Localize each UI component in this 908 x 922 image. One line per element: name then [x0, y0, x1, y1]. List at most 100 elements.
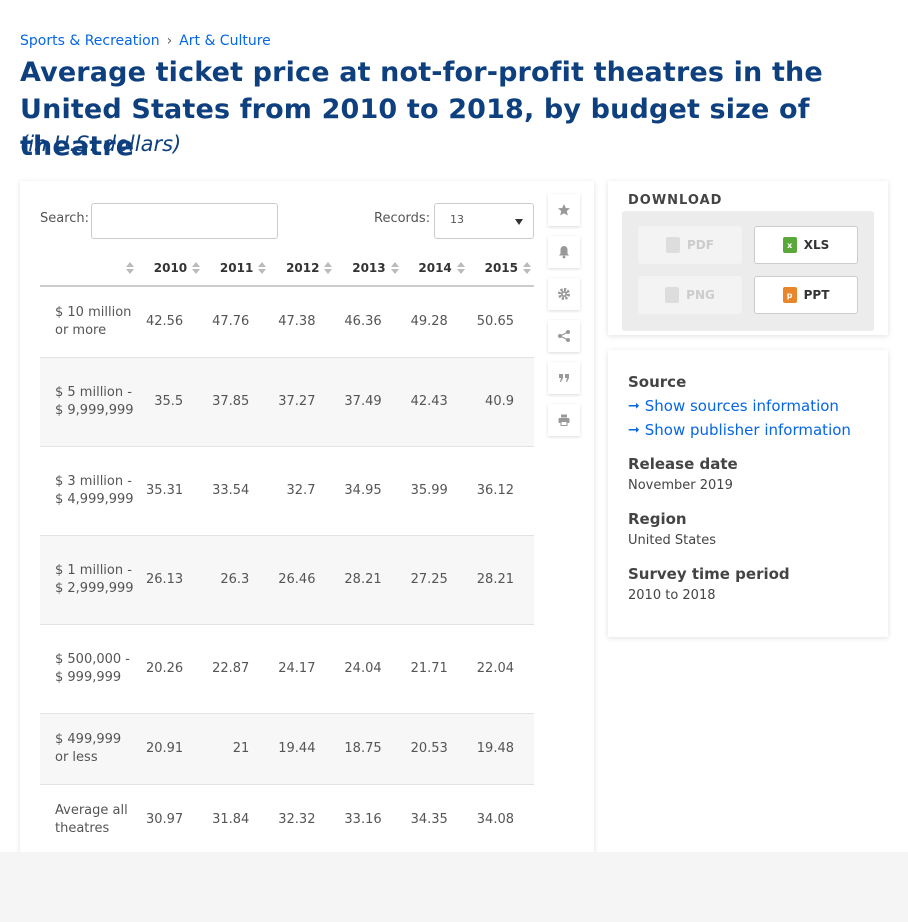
table-row: $ 1 million - $ 2,999,999 26.13 26.3 26.… — [40, 535, 534, 625]
table-cell: 32.7 — [269, 446, 336, 536]
table-cell: 40.9 — [467, 357, 534, 447]
row-label: $ 5 million - $ 9,999,999 — [40, 357, 137, 447]
row-label: $ 499,999 or less — [40, 713, 137, 785]
sort-icon — [258, 262, 267, 276]
download-pdf-button: PDF — [638, 226, 742, 264]
release-heading: Release date — [628, 455, 738, 473]
table-cell: 26.13 — [137, 535, 204, 625]
column-header-2012[interactable]: 2012 — [269, 251, 336, 287]
column-header-label[interactable] — [40, 251, 137, 287]
print-icon[interactable] — [548, 404, 580, 436]
table-cell: 42.43 — [401, 357, 468, 447]
table-cell: 35.5 — [137, 357, 204, 447]
table-row: $ 3 million - $ 4,999,999 35.31 33.54 32… — [40, 446, 534, 536]
column-header-2013[interactable]: 2013 — [335, 251, 402, 287]
bell-icon[interactable] — [548, 236, 580, 268]
records-value: 13 — [450, 213, 464, 226]
table-cell: 46.36 — [335, 286, 402, 358]
show-sources-link[interactable]: ➞ Show sources information — [628, 397, 839, 415]
source-heading: Source — [628, 373, 687, 391]
table-row: $ 499,999 or less 20.91 21 19.44 18.75 2… — [40, 713, 534, 785]
download-png-button: PNG — [638, 276, 742, 314]
table-cell: 21 — [203, 713, 270, 785]
table-cell: 19.44 — [269, 713, 336, 785]
records-label: Records: — [374, 211, 431, 226]
table-cell: 20.53 — [401, 713, 468, 785]
row-label: $ 10 million or more — [40, 286, 137, 358]
table-cell: 24.04 — [335, 624, 402, 714]
table-cell: 36.12 — [467, 446, 534, 536]
png-icon — [665, 287, 680, 303]
search-input[interactable] — [91, 203, 278, 239]
sort-icon — [126, 262, 134, 276]
bottom-bar — [0, 852, 908, 922]
column-header-2010[interactable]: 2010 — [137, 251, 204, 287]
download-xls-button[interactable]: x XLS — [754, 226, 858, 264]
table-cell: 18.75 — [335, 713, 402, 785]
column-header-2015[interactable]: 2015 — [467, 251, 534, 287]
table-cell: 49.28 — [401, 286, 468, 358]
xls-icon: x — [782, 237, 797, 253]
table-cell: 31.84 — [203, 784, 270, 856]
page-subtitle: (in U.S. dollars) — [20, 132, 182, 156]
sort-icon — [523, 262, 531, 276]
table-cell: 26.3 — [203, 535, 270, 625]
period-value: 2010 to 2018 — [628, 588, 716, 603]
table-cell: 47.38 — [269, 286, 336, 358]
region-value: United States — [628, 533, 717, 548]
column-header-2011[interactable]: 2011 — [203, 251, 270, 287]
table-row: Average all theatres 30.97 31.84 32.32 3… — [40, 784, 534, 856]
table-cell: 34.35 — [401, 784, 468, 856]
pdf-icon — [666, 237, 681, 253]
table-cell: 20.26 — [137, 624, 204, 714]
records-select[interactable]: 13 — [434, 203, 534, 239]
row-label: $ 500,000 - $ 999,999 — [40, 624, 137, 714]
star-icon[interactable] — [548, 194, 580, 226]
download-card: DOWNLOAD PDF x XLS PNG p PPT — [608, 181, 888, 335]
show-publisher-link[interactable]: ➞ Show publisher information — [628, 421, 851, 439]
ppt-icon: p — [782, 287, 797, 303]
row-label: $ 3 million - $ 4,999,999 — [40, 446, 137, 536]
breadcrumb-item-sports[interactable]: Sports & Recreation — [20, 33, 160, 49]
table-row: $ 5 million - $ 9,999,999 35.5 37.85 37.… — [40, 357, 534, 447]
search-label: Search: — [40, 211, 90, 226]
sort-icon — [192, 262, 201, 276]
statistic-page: Sports & Recreation › Art & Culture Aver… — [0, 0, 908, 922]
download-title: DOWNLOAD — [628, 193, 723, 208]
table-cell: 26.46 — [269, 535, 336, 625]
table-cell: 42.56 — [137, 286, 204, 358]
download-buttons: PDF x XLS PNG p PPT — [622, 211, 874, 331]
sort-icon — [324, 262, 333, 276]
table-cell: 35.99 — [401, 446, 468, 536]
download-ppt-button[interactable]: p PPT — [754, 276, 858, 314]
period-heading: Survey time period — [628, 565, 790, 583]
row-label: $ 1 million - $ 2,999,999 — [40, 535, 137, 625]
arrow-right-icon: ➞ — [628, 398, 640, 414]
table-cell: 22.87 — [203, 624, 270, 714]
column-header-2014[interactable]: 2014 — [401, 251, 468, 287]
share-icon[interactable] — [548, 320, 580, 352]
breadcrumb: Sports & Recreation › Art & Culture — [20, 33, 271, 49]
arrow-right-icon: ➞ — [628, 422, 640, 438]
gear-icon[interactable] — [548, 278, 580, 310]
table-cell: 37.49 — [335, 357, 402, 447]
chevron-right-icon: › — [166, 33, 173, 49]
region-heading: Region — [628, 510, 687, 528]
release-value: November 2019 — [628, 478, 733, 493]
chevron-down-icon — [515, 219, 523, 225]
table-cell: 37.27 — [269, 357, 336, 447]
table-row: $ 500,000 - $ 999,999 20.26 22.87 24.17 … — [40, 624, 534, 714]
info-card: Source ➞ Show sources information ➞ Show… — [608, 350, 888, 637]
table-cell: 28.21 — [335, 535, 402, 625]
table-cell: 33.16 — [335, 784, 402, 856]
table-cell: 28.21 — [467, 535, 534, 625]
side-toolbar — [548, 194, 580, 446]
row-label: Average all theatres — [40, 784, 137, 856]
table-cell: 21.71 — [401, 624, 468, 714]
quote-icon[interactable] — [548, 362, 580, 394]
table-cell: 47.76 — [203, 286, 270, 358]
breadcrumb-item-art[interactable]: Art & Culture — [179, 33, 271, 49]
sort-icon — [456, 262, 465, 276]
table-row: $ 10 million or more 42.56 47.76 47.38 4… — [40, 286, 534, 358]
table-cell: 24.17 — [269, 624, 336, 714]
